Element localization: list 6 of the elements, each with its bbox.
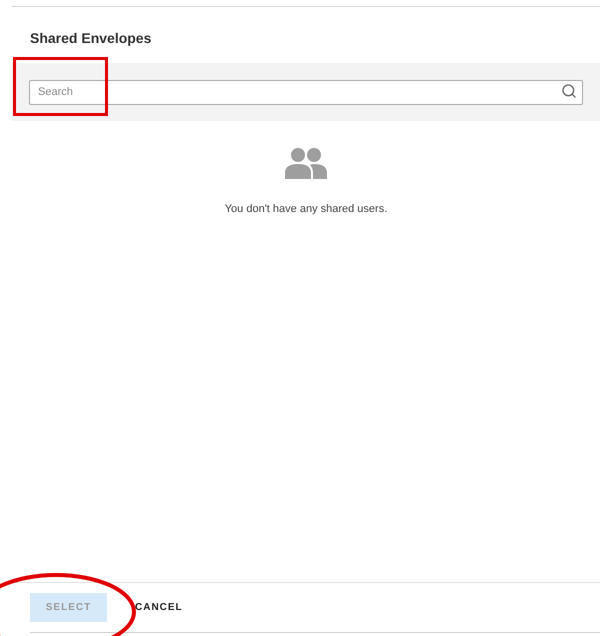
- empty-message: You don't have any shared users.: [224, 202, 388, 217]
- dialog-title: Shared Envelopes: [30, 30, 152, 46]
- users-icon: [284, 147, 328, 179]
- search-field[interactable]: Search: [29, 80, 583, 105]
- search-icon[interactable]: [561, 83, 577, 100]
- cancel-button[interactable]: CANCEL: [133, 593, 185, 622]
